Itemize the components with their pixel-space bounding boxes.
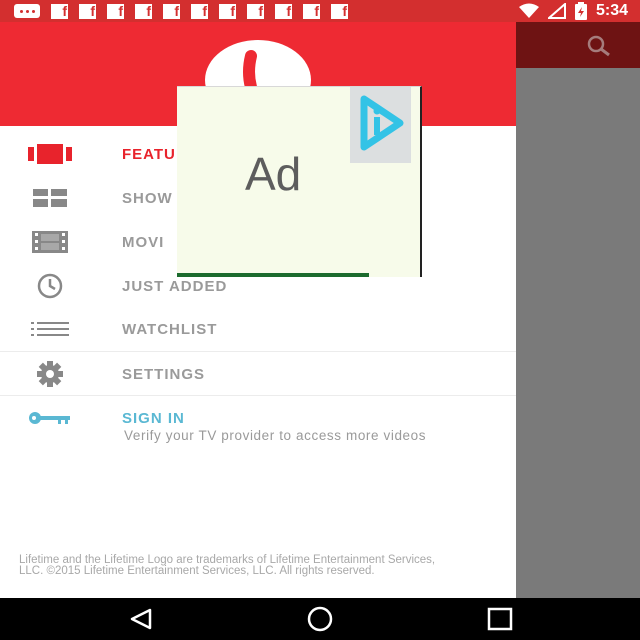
facebook-icon: f — [275, 3, 292, 19]
menu-label-shows: SHOW — [122, 189, 173, 207]
menu-item-watchlist[interactable]: WATCHLIST — [0, 307, 516, 351]
menu-label-sign-in: SIGN IN — [122, 409, 185, 427]
menu-label-featured: FEATU — [122, 145, 176, 163]
menu-label-settings: SETTINGS — [122, 365, 206, 383]
ad-choices-icon[interactable] — [350, 87, 411, 163]
list-icon — [28, 317, 72, 341]
ad-progress-line — [177, 273, 369, 277]
ad-label: Ad — [245, 148, 302, 200]
film-strip-icon — [28, 142, 72, 166]
scrim-overlay[interactable] — [516, 22, 640, 598]
signal-icon — [547, 3, 566, 19]
ad-banner[interactable]: Ad — [177, 86, 422, 277]
facebook-icon: f — [107, 3, 124, 19]
recents-icon[interactable] — [480, 606, 520, 632]
battery-icon — [574, 2, 587, 20]
more-icon — [14, 4, 40, 18]
home-icon[interactable] — [300, 606, 340, 632]
facebook-icon: f — [247, 3, 264, 19]
wifi-icon — [518, 3, 539, 18]
back-icon[interactable] — [122, 606, 162, 632]
facebook-icon: f — [219, 3, 236, 19]
notification-icons: f f f f f f f f f f f — [0, 3, 348, 19]
grid-icon — [28, 186, 72, 210]
legal-text: Lifetime and the Lifetime Logo are trade… — [19, 554, 436, 577]
clock-time: 5:34 — [595, 2, 628, 19]
facebook-icon: f — [191, 3, 208, 19]
menu-label-just-added: JUST ADDED — [122, 277, 228, 295]
menu-label-watchlist: WATCHLIST — [122, 320, 218, 338]
facebook-icon: f — [51, 3, 68, 19]
clock-icon — [28, 273, 72, 299]
gear-icon — [28, 361, 72, 387]
sign-in-subtitle: Verify your TV provider to access more v… — [124, 428, 427, 443]
status-bar: f f f f f f f f f f f 5:34 — [0, 0, 640, 22]
facebook-icon: f — [303, 3, 320, 19]
menu-label-movies: MOVI — [122, 233, 165, 251]
facebook-icon: f — [79, 3, 96, 19]
app-toolbar — [516, 22, 640, 68]
facebook-icon: f — [331, 3, 348, 19]
search-icon[interactable] — [582, 34, 618, 58]
film-icon — [28, 230, 72, 254]
menu-item-settings[interactable]: SETTINGS — [0, 352, 516, 396]
key-icon — [28, 406, 72, 430]
system-nav-bar — [0, 598, 640, 640]
facebook-icon: f — [163, 3, 180, 19]
facebook-icon: f — [135, 3, 152, 19]
